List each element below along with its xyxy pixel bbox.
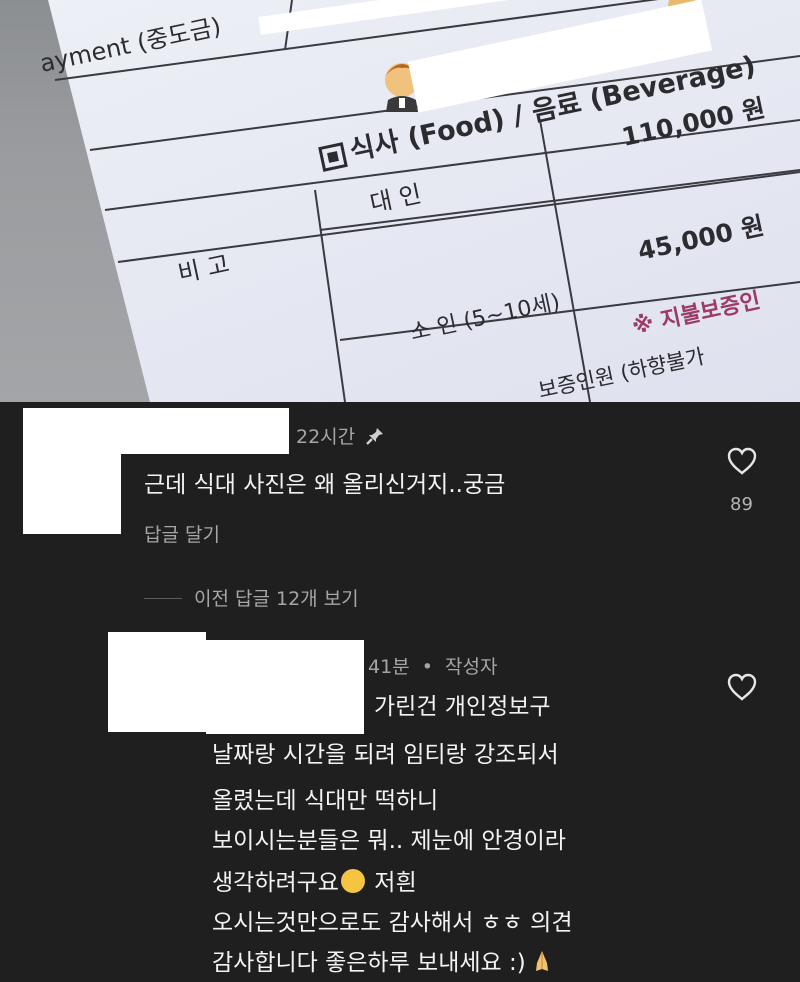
menu-photo: ayment (중도금) 식사 (Food) / 음료 (Beverage) 대…	[0, 0, 800, 402]
reply-line-7: 감사합니다 좋은하루 보내세요 :)	[212, 950, 526, 976]
view-previous-replies-button[interactable]: 이전 답글 12개 보기	[194, 584, 359, 611]
reply-button[interactable]: 답글 달기	[144, 520, 220, 547]
remark-label: 비 고	[175, 250, 231, 288]
payment-text: ayment (중도금)	[37, 12, 223, 78]
reply-time: 41분	[368, 656, 410, 678]
commenter-avatar-mask	[23, 408, 121, 534]
like-count: 89	[730, 494, 753, 515]
child-label: 소 인 (5~10세)	[408, 290, 562, 346]
comment-meta: 22시간	[296, 422, 385, 449]
child-price: 45,000 원	[635, 211, 766, 266]
reply-line-5b: 저흰	[374, 870, 417, 896]
laughing-tears-emoji	[340, 869, 365, 893]
reply-line-5: 생각하려구요	[212, 870, 339, 896]
commenter-name-mask	[121, 408, 289, 454]
folded-hands-emoji	[536, 951, 549, 971]
paper-content: ayment (중도금) 식사 (Food) / 음료 (Beverage) 대…	[37, 0, 800, 402]
reply-line-1: 가린건 개인정보구	[374, 694, 551, 720]
comments-section: 22시간 근데 식대 사진은 왜 올리신거지..궁금 답글 달기 89 이전 답…	[0, 402, 800, 976]
reply-meta: 41분 • 작성자	[368, 652, 497, 679]
heart-outline-icon[interactable]	[726, 672, 758, 702]
heart-outline-icon[interactable]	[726, 446, 758, 476]
comment-text: 근데 식대 사진은 왜 올리신거지..궁금	[144, 472, 506, 498]
pin-icon	[366, 428, 384, 445]
meta-separator: •	[421, 656, 433, 678]
comment-time: 22시간	[296, 426, 356, 448]
reply-line-2: 날짜랑 시간을 되려 임티랑 강조되서	[212, 742, 559, 768]
thread-divider-line	[144, 598, 182, 599]
author-badge: 작성자	[444, 656, 498, 678]
adult-label: 대 인	[367, 180, 423, 218]
reply-line-6: 오시는것만으로도 감사해서 ㅎㅎ 의견	[212, 910, 573, 936]
reply-name-mask-2	[206, 702, 364, 730]
reply-avatar-mask	[108, 632, 206, 732]
reply-line-3: 올렸는데 식대만 떡하니	[212, 788, 439, 814]
bottom-note: 보증인원 (하향불가	[536, 344, 707, 402]
reply-line-7-wrapper: 감사합니다 좋은하루 보내세요 :)	[212, 944, 551, 982]
reply-line-4: 보이시는분들은 뭐.. 제눈에 안경이라	[212, 828, 566, 854]
reply-line-5-wrapper: 생각하려구요 저흰	[212, 864, 417, 902]
